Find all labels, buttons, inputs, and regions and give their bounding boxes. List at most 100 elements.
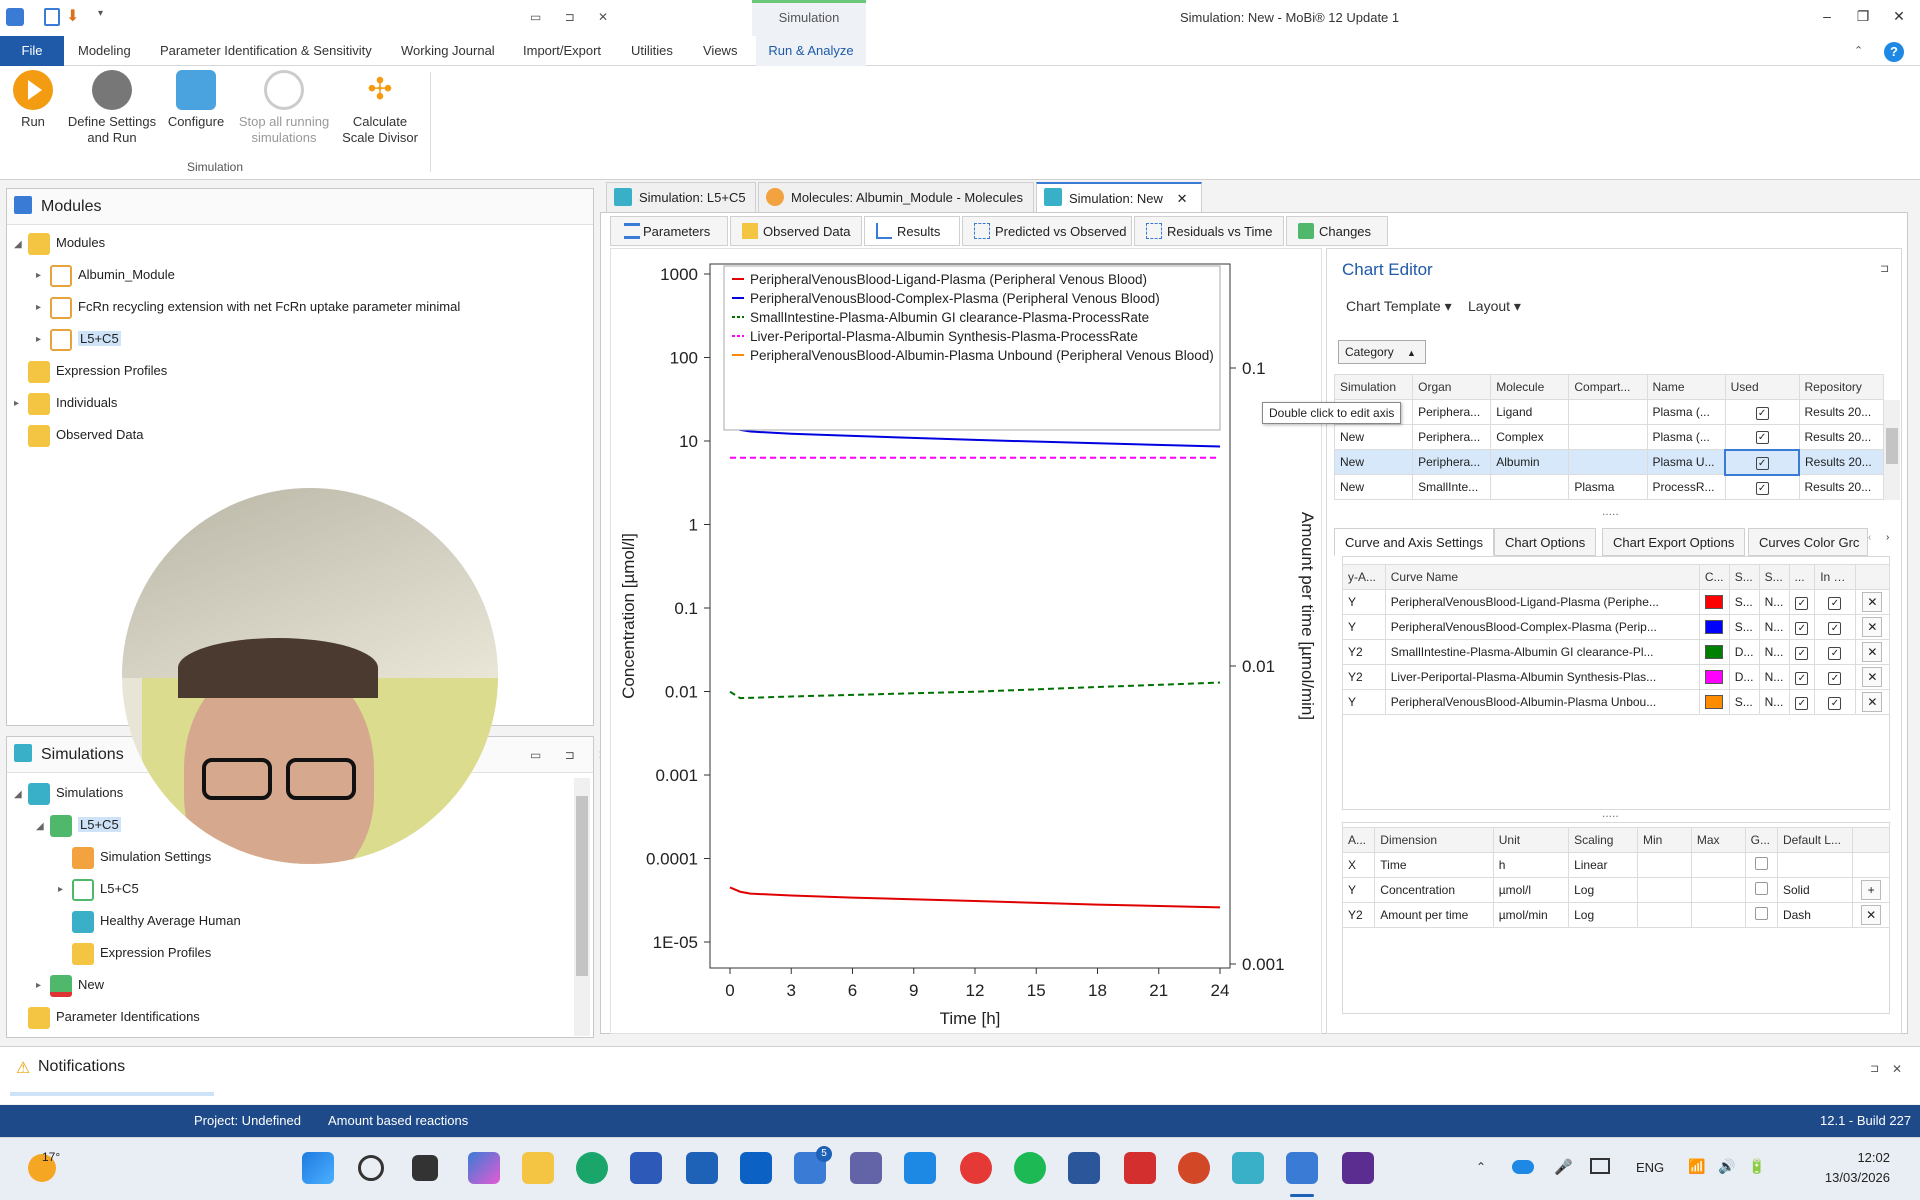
curve-line-style[interactable]: S... — [1728, 614, 1760, 640]
task-view-icon[interactable] — [412, 1155, 438, 1181]
axis-column-header[interactable]: Default L... — [1776, 827, 1854, 853]
axis-max[interactable] — [1690, 902, 1746, 928]
modules-panel-controls[interactable]: ▭ ⊐ ✕ — [530, 10, 618, 24]
powerpoint-icon[interactable] — [1178, 1152, 1210, 1184]
curve-in-legend-cell[interactable]: ✓ — [1814, 589, 1856, 615]
curve-name[interactable]: Liver-Periportal-Plasma-Albumin Synthesi… — [1384, 664, 1700, 690]
axis-type[interactable]: Y — [1341, 877, 1376, 903]
axis-min[interactable] — [1637, 877, 1692, 903]
remove-curve-button[interactable]: ✕ — [1862, 642, 1883, 662]
expand-arrow-icon[interactable]: ▸ — [36, 980, 41, 991]
tree-item-l5c5-module[interactable]: L5+C5 — [50, 326, 121, 352]
color-swatch[interactable] — [1704, 645, 1723, 660]
axis-row[interactable]: Y2 Amount per time µmol/min Log Dash ✕ — [1341, 902, 1890, 928]
axis-action-cell[interactable] — [1852, 852, 1890, 878]
search-icon[interactable] — [358, 1155, 384, 1181]
axis-unit[interactable]: µmol/l — [1492, 877, 1570, 903]
curve-column-header[interactable]: ... — [1788, 564, 1816, 590]
table-row[interactable]: New Periphera... Complex Plasma (... ✓ Result… — [1333, 424, 1885, 450]
close-tab-icon[interactable]: ✕ — [1177, 191, 1188, 206]
stop-all-button[interactable]: Stop all running simulations — [234, 70, 334, 146]
menu-utilities[interactable]: Utilities — [631, 36, 673, 66]
curve-visible-cell[interactable]: ✓ — [1788, 589, 1816, 615]
store-icon[interactable] — [630, 1152, 662, 1184]
curve-color-cell[interactable] — [1698, 614, 1730, 640]
axis-type[interactable]: X — [1341, 852, 1376, 878]
axis-row[interactable]: X Time h Linear — [1341, 852, 1890, 878]
table-row[interactable]: Periphera... Ligand Plasma (... ✓ Results 20… — [1333, 399, 1885, 425]
curve-visible-cell[interactable]: ✓ — [1788, 614, 1816, 640]
expand-arrow-icon[interactable]: ◢ — [14, 789, 22, 800]
run-button[interactable]: Run — [8, 70, 58, 130]
expand-arrow-icon[interactable]: ▸ — [36, 334, 41, 345]
word-icon[interactable] — [1068, 1152, 1100, 1184]
define-settings-and-run-button[interactable]: Define Settings and Run — [64, 70, 160, 146]
expand-arrow-icon[interactable]: ▸ — [58, 884, 63, 895]
axis-grid-cell[interactable] — [1744, 902, 1778, 928]
axis-scaling[interactable]: Linear — [1568, 852, 1638, 878]
file-explorer-icon[interactable] — [522, 1152, 554, 1184]
clock-time[interactable]: 12:02 — [1810, 1150, 1890, 1165]
curve-color-cell[interactable] — [1698, 664, 1730, 690]
tab-chart-options[interactable]: Chart Options — [1494, 528, 1597, 556]
help-icon[interactable]: ? — [1884, 42, 1904, 62]
menu-parameter-identification[interactable]: Parameter Identification & Sensitivity — [160, 36, 372, 66]
wifi-icon[interactable]: 📶 — [1688, 1158, 1705, 1175]
remove-curve-cell[interactable]: ✕ — [1854, 614, 1891, 640]
curve-column-header[interactable]: S... — [1728, 564, 1760, 590]
axis-column-header[interactable]: Dimension — [1374, 827, 1494, 853]
tab-curves-color-group[interactable]: Curves Color Grc — [1748, 528, 1868, 556]
checkbox[interactable]: ✓ — [1795, 621, 1809, 635]
close-button[interactable]: ✕ — [1888, 8, 1910, 28]
edge-icon[interactable] — [576, 1152, 608, 1184]
add-axis-button[interactable]: + — [1861, 880, 1882, 900]
data-column-header[interactable]: Simulation — [1333, 374, 1414, 400]
chart-template-dropdown[interactable]: Chart Template ▾ — [1346, 298, 1452, 315]
expand-arrow-icon[interactable]: ▸ — [36, 270, 41, 281]
acrobat-icon[interactable] — [1124, 1152, 1156, 1184]
legend-item[interactable]: PeripheralVenousBlood-Albumin-Plasma Unb… — [750, 348, 1214, 363]
legend-item[interactable]: PeripheralVenousBlood-Ligand-Plasma (Per… — [750, 272, 1147, 287]
curve-visible-cell[interactable]: ✓ — [1788, 639, 1816, 665]
remove-curve-button[interactable]: ✕ — [1862, 592, 1883, 612]
tree-item-parameter-identifications[interactable]: Parameter Identifications — [28, 1004, 200, 1030]
outlook-icon[interactable] — [740, 1152, 772, 1184]
curve-symbol[interactable]: N... — [1758, 614, 1790, 640]
curve-symbol[interactable]: N... — [1758, 639, 1790, 665]
axis-grid-cell[interactable] — [1744, 877, 1778, 903]
quick-access-dropdown-icon[interactable]: ▾ — [98, 8, 103, 19]
checkbox[interactable]: ✓ — [1795, 696, 1809, 710]
axis-default-line[interactable]: Solid — [1776, 877, 1854, 903]
axis-column-header[interactable]: Min — [1637, 827, 1692, 853]
battery-icon[interactable]: 🔋 — [1748, 1158, 1765, 1175]
restore-button[interactable]: ❐ — [1852, 8, 1874, 28]
data-column-header[interactable]: Compart... — [1568, 374, 1648, 400]
menu-views[interactable]: Views — [703, 36, 737, 66]
curve-axis[interactable]: Y2 — [1342, 664, 1386, 690]
tree-item-simulations[interactable]: Simulations — [28, 780, 123, 806]
menu-import-export[interactable]: Import/Export — [523, 36, 601, 66]
curve-column-header[interactable]: Curve Name — [1384, 564, 1700, 590]
remove-curve-cell[interactable]: ✕ — [1854, 664, 1891, 690]
axis-scaling[interactable]: Log — [1568, 877, 1638, 903]
microphone-icon[interactable]: 🎤 — [1554, 1158, 1573, 1176]
tree-item-simulation-l5c5[interactable]: L5+C5 — [50, 812, 121, 838]
collapse-ribbon-icon[interactable]: ⌃ — [1854, 44, 1863, 57]
curve-symbol[interactable]: N... — [1758, 689, 1790, 715]
curve-axis[interactable]: Y2 — [1342, 639, 1386, 665]
color-swatch[interactable] — [1704, 620, 1723, 635]
checkbox[interactable]: ✓ — [1755, 406, 1769, 420]
app-g-icon[interactable] — [1342, 1152, 1374, 1184]
menu-run-analyze[interactable]: Run & Analyze — [756, 36, 866, 66]
curve-name[interactable]: PeripheralVenousBlood-Complex-Plasma (Pe… — [1384, 614, 1700, 640]
curve-row[interactable]: Y2 SmallIntestine-Plasma-Albumin GI clear… — [1342, 639, 1891, 665]
axis-scaling[interactable]: Log — [1568, 902, 1638, 928]
tree-item-fcrn-module[interactable]: FcRn recycling extension with net FcRn u… — [50, 294, 460, 320]
axis-dimension[interactable]: Time — [1374, 852, 1494, 878]
axis-max[interactable] — [1690, 852, 1746, 878]
teams-icon[interactable] — [850, 1152, 882, 1184]
display-icon[interactable] — [1590, 1158, 1610, 1174]
curve-color-cell[interactable] — [1698, 589, 1730, 615]
tab-scroll-left-icon[interactable]: ‹ — [1868, 532, 1871, 543]
configure-button[interactable]: Configure — [166, 70, 226, 130]
